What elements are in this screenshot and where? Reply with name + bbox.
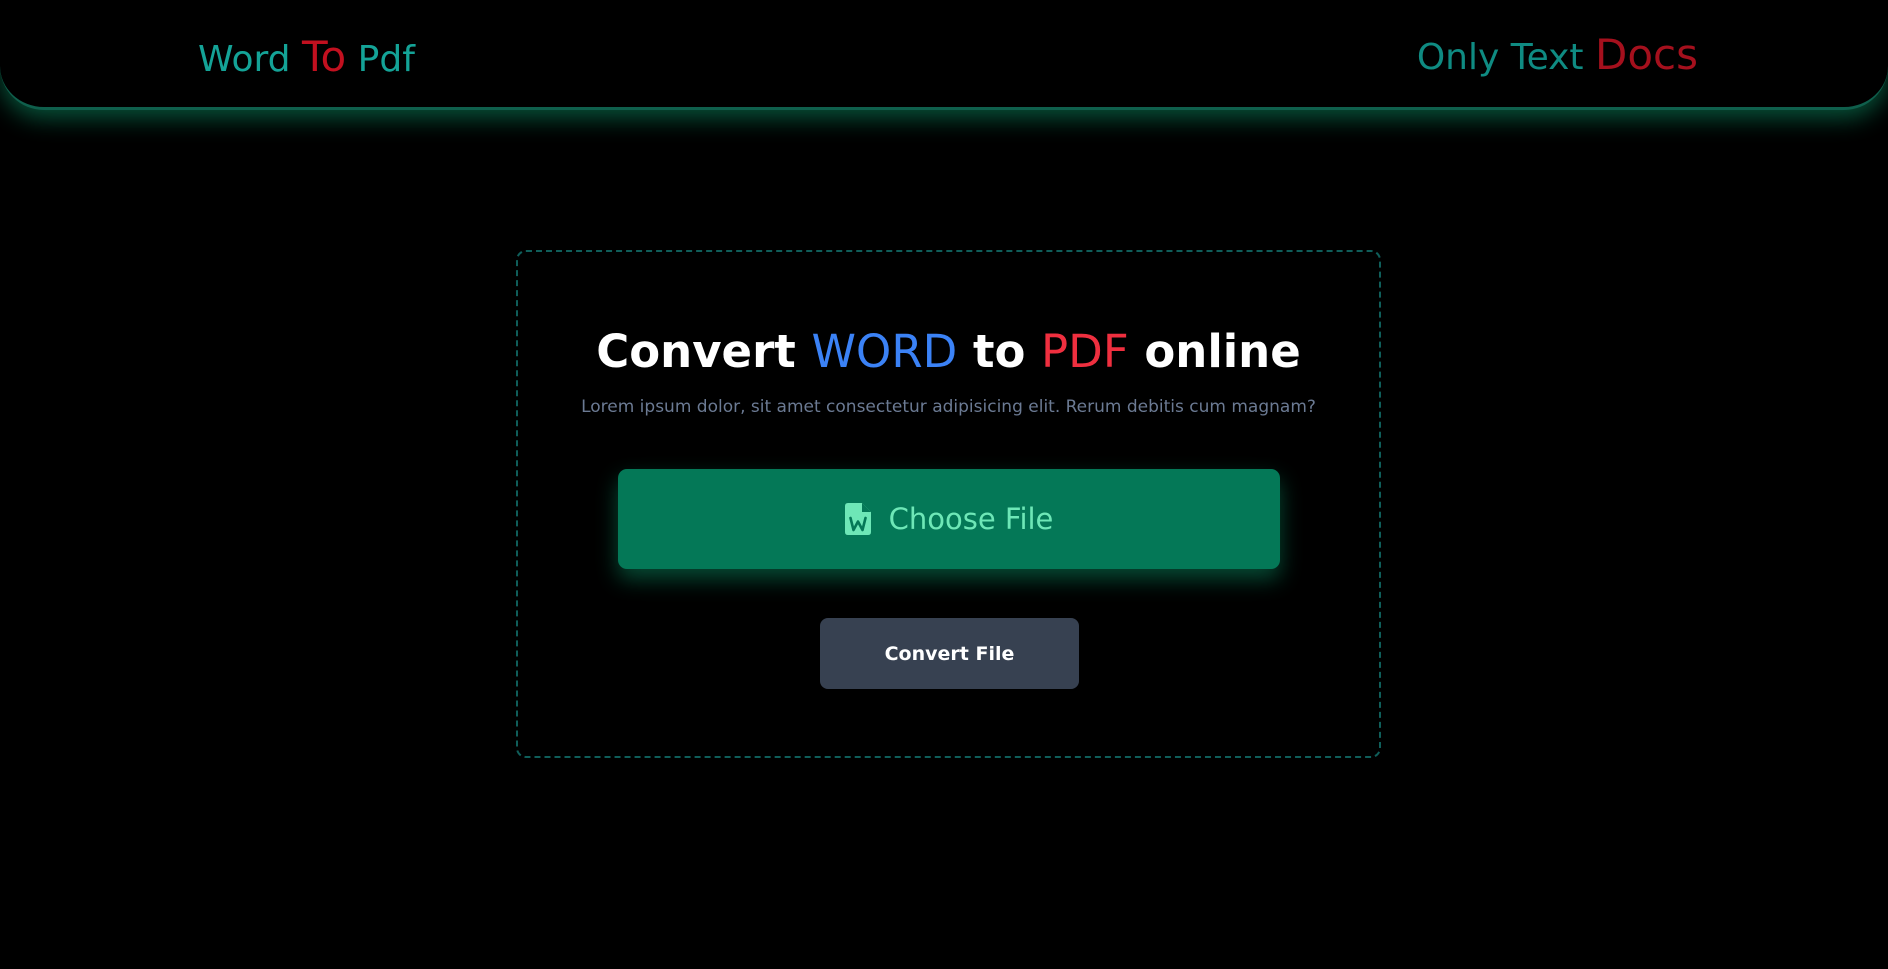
tagline-accent: Docs (1594, 30, 1698, 79)
title-pdf: PDF (1041, 325, 1129, 378)
tagline-part1: Only Text (1416, 37, 1595, 78)
title-word: WORD (811, 325, 958, 378)
title-part2: to (957, 325, 1042, 378)
word-file-icon (844, 503, 871, 535)
title-part3: online (1128, 325, 1301, 378)
brand-part1: Word (198, 39, 302, 80)
brand-logo[interactable]: Word To Pdf (198, 34, 415, 83)
page-title: Convert WORD to PDF online (518, 324, 1379, 380)
brand-part2: Pdf (346, 39, 415, 80)
nav-tagline: Only Text Docs (1417, 32, 1698, 81)
page-subtitle: Lorem ipsum dolor, sit amet consectetur … (581, 397, 1316, 417)
convert-file-button[interactable]: Convert File (820, 618, 1079, 689)
convert-file-label: Convert File (884, 642, 1015, 665)
title-part1: Convert (596, 325, 812, 378)
navbar: Word To Pdf Only Text Docs (0, 0, 1888, 110)
converter-card: Convert WORD to PDF online Lorem ipsum d… (516, 250, 1381, 758)
choose-file-button[interactable]: Choose File (618, 469, 1280, 569)
choose-file-label: Choose File (888, 502, 1054, 536)
brand-accent: To (301, 32, 347, 81)
